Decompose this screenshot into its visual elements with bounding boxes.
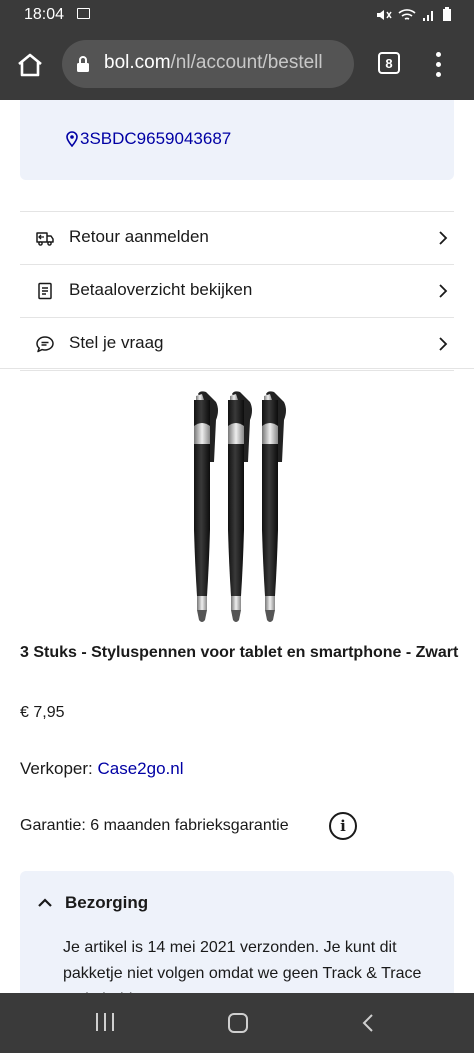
product-price: € 7,95	[20, 704, 65, 721]
tab-count: 8	[385, 55, 393, 71]
more-vert-icon[interactable]	[432, 52, 446, 78]
receipt-icon	[38, 282, 52, 300]
truck-return-icon	[36, 232, 54, 246]
stylus-pens-image[interactable]	[180, 388, 294, 626]
action-stel-je-vraag[interactable]: Stel je vraag	[20, 317, 454, 371]
home-nav-icon[interactable]	[228, 1013, 248, 1033]
signal-icon	[423, 10, 433, 21]
recents-icon[interactable]	[96, 1013, 118, 1033]
status-time: 18:04	[24, 6, 65, 23]
warranty-text: Garantie: 6 maanden fabrieksgarantie	[20, 817, 289, 834]
delivery-text: Je artikel is 14 mei 2021 verzonden. Je …	[63, 939, 422, 1001]
chevron-up-icon[interactable]	[38, 898, 52, 908]
tracking-code: 3SBDC9659043687	[80, 129, 232, 148]
tracking-code-link[interactable]: 3SBDC9659043687	[66, 129, 231, 149]
tracking-card: 3SBDC9659043687	[20, 100, 454, 180]
action-label: Betaaloverzicht bekijken	[69, 280, 253, 299]
chevron-right-icon	[439, 231, 448, 245]
action-label: Stel je vraag	[69, 333, 164, 352]
action-retour-aanmelden[interactable]: Retour aanmelden	[20, 211, 454, 264]
product-title[interactable]: 3 Stuks - Styluspennen voor tablet en sm…	[20, 640, 460, 665]
info-glyph: i	[340, 817, 346, 835]
delivery-panel: Bezorging Je artikel is 14 mei 2021 verz…	[20, 871, 454, 1001]
section-divider	[0, 368, 474, 369]
status-icons	[376, 7, 452, 22]
seller-line: Verkoper: Case2go.nl	[20, 759, 184, 779]
battery-icon	[443, 7, 451, 21]
chat-icon	[36, 336, 54, 353]
tab-switcher-button[interactable]: 8	[378, 52, 400, 74]
back-icon[interactable]	[362, 1013, 374, 1033]
order-action-list: Retour aanmelden Betaaloverzicht bekijke…	[20, 211, 454, 371]
image-icon	[77, 8, 90, 19]
home-button[interactable]	[14, 50, 46, 80]
chevron-right-icon	[439, 284, 448, 298]
url-text: bol.com/nl/account/bestell	[104, 52, 323, 74]
delivery-heading[interactable]: Bezorging	[65, 893, 148, 913]
url-domain: bol.com	[104, 52, 171, 73]
status-bar: 18:04	[0, 0, 474, 30]
mute-icon	[377, 9, 392, 20]
wifi-icon	[398, 8, 416, 20]
seller-link[interactable]: Case2go.nl	[98, 759, 184, 778]
lock-icon	[77, 56, 89, 72]
action-label: Retour aanmelden	[69, 227, 209, 246]
location-pin-icon	[66, 131, 78, 147]
url-path: /nl/account/bestell	[170, 52, 323, 73]
url-bar[interactable]: bol.com/nl/account/bestell	[62, 40, 354, 88]
info-icon[interactable]: i	[329, 812, 357, 840]
action-betaaloverzicht-bekijken[interactable]: Betaaloverzicht bekijken	[20, 264, 454, 317]
home-icon	[18, 53, 42, 77]
browser-toolbar: bol.com/nl/account/bestell 8	[0, 30, 474, 100]
seller-label: Verkoper:	[20, 759, 98, 778]
chevron-right-icon	[439, 337, 448, 351]
system-nav-bar	[0, 993, 474, 1053]
